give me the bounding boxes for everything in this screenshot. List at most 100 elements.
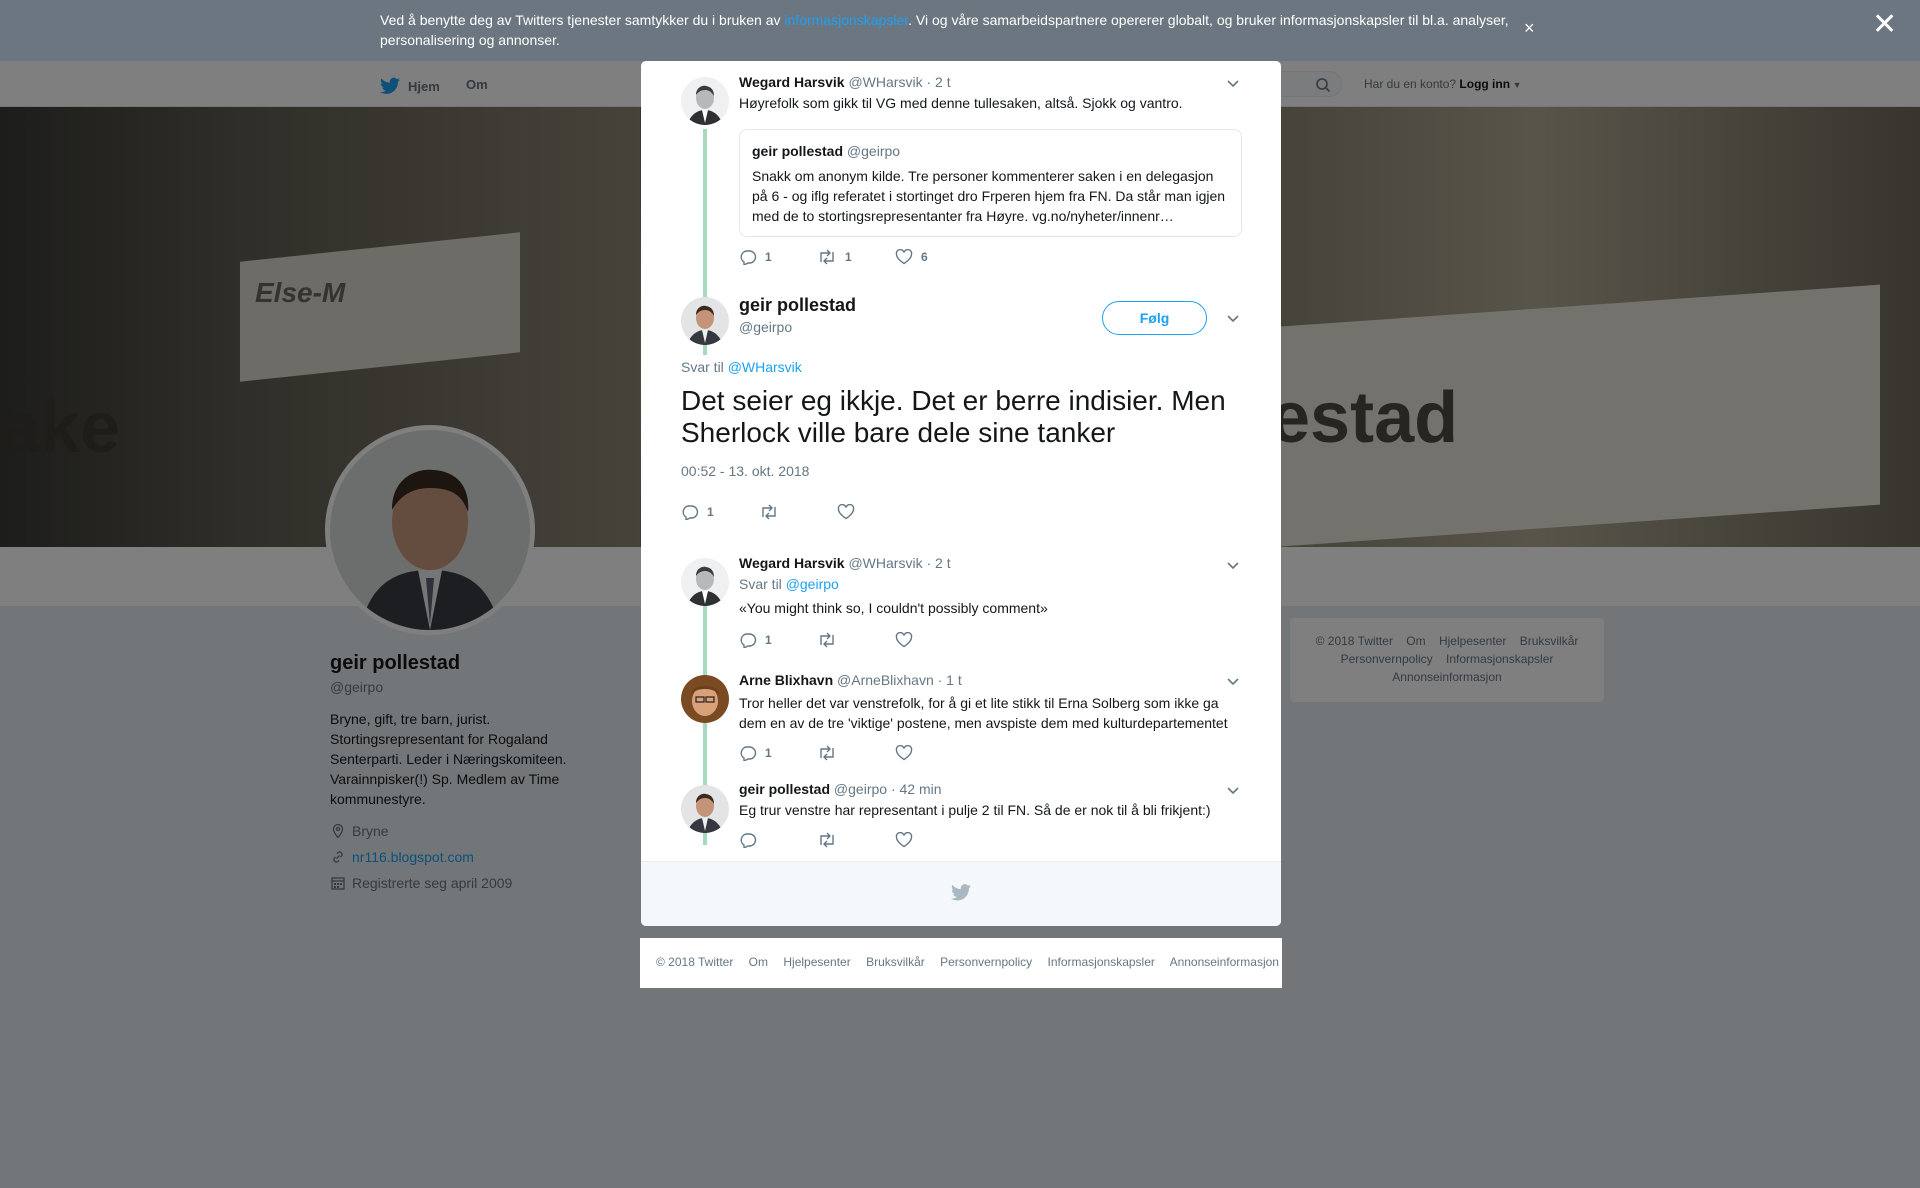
tweet-time[interactable]: · 2 t — [926, 74, 950, 90]
follow-button[interactable]: Følg — [1102, 301, 1207, 335]
retweet-button[interactable] — [817, 632, 895, 648]
tweet-author-name[interactable]: Arne Blixhavn — [739, 672, 833, 688]
reply-button[interactable] — [739, 832, 817, 848]
twitter-bird-icon — [951, 884, 971, 901]
tweet-author-handle[interactable]: @ArneBlixhavn — [837, 672, 934, 688]
reply-button[interactable]: 1 — [739, 249, 817, 265]
footer-link-about[interactable]: Om — [749, 955, 768, 969]
chevron-down-icon[interactable] — [1225, 75, 1241, 91]
avatar[interactable] — [681, 297, 729, 345]
like-count: 6 — [921, 250, 928, 264]
avatar[interactable] — [681, 785, 729, 833]
reply-icon — [740, 833, 757, 848]
tweet-time[interactable]: · 42 min — [891, 781, 942, 797]
avatar[interactable] — [681, 77, 729, 125]
modal-content: Wegard Harsvik @WHarsvik · 2 t Høyrefolk… — [641, 61, 1281, 861]
quoted-author-name: geir pollestad — [752, 143, 844, 159]
heart-icon — [895, 249, 913, 265]
cookie-text-before: Ved å benytte deg av Twitters tjenester … — [380, 12, 785, 28]
quoted-author-handle: @geirpo — [846, 143, 901, 159]
tweet-author-name[interactable]: Wegard Harsvik — [739, 555, 845, 571]
heart-icon — [837, 504, 855, 520]
tweet-actions: 1 1 6 — [739, 249, 1239, 265]
retweet-button[interactable] — [817, 832, 895, 848]
like-button[interactable] — [895, 632, 973, 648]
like-button[interactable] — [895, 832, 973, 848]
reply-prefix: Svar til — [739, 576, 786, 592]
tweet-author-handle[interactable]: @WHarsvik — [848, 555, 922, 571]
cookie-policy-link[interactable]: informasjonskapsler — [784, 12, 908, 28]
reply-tweet[interactable]: Arne Blixhavn @ArneBlixhavn · 1 t Tror h… — [739, 671, 1239, 761]
avatar-portrait-icon — [681, 675, 729, 723]
reply-count: 1 — [765, 746, 772, 760]
reply-to-link[interactable]: @geirpo — [786, 576, 839, 592]
like-button[interactable] — [895, 745, 973, 761]
reply-icon — [740, 633, 757, 648]
chevron-down-icon[interactable] — [1225, 557, 1241, 573]
avatar[interactable] — [681, 675, 729, 723]
tweet-header: Wegard Harsvik @WHarsvik · 2 t — [739, 73, 1239, 91]
heart-icon — [895, 745, 913, 761]
main-tweet-author-name[interactable]: geir pollestad — [739, 295, 856, 316]
reply-to-link[interactable]: @WHarsvik — [728, 359, 802, 375]
avatar[interactable] — [681, 558, 729, 606]
reply-context: Svar til @geirpo — [739, 576, 1239, 592]
retweet-button[interactable] — [817, 745, 895, 761]
footer-link-terms[interactable]: Bruksvilkår — [866, 955, 925, 969]
footer-link-cookies[interactable]: Informasjonskapsler — [1048, 955, 1155, 969]
reply-tweet[interactable]: geir pollestad @geirpo · 42 min Eg trur … — [739, 780, 1239, 848]
like-button[interactable] — [837, 504, 915, 520]
footer-copyright: © 2018 Twitter — [656, 955, 734, 969]
chevron-down-icon[interactable] — [1225, 673, 1241, 689]
retweet-button[interactable] — [759, 504, 837, 520]
footer-link-help[interactable]: Hjelpesenter — [783, 955, 850, 969]
modal-footer — [641, 861, 1281, 926]
chevron-down-icon[interactable] — [1225, 782, 1241, 798]
tweet-header: geir pollestad @geirpo · 42 min — [739, 780, 1239, 798]
tweet-author-name[interactable]: Wegard Harsvik — [739, 74, 845, 90]
retweet-icon — [820, 832, 834, 848]
tweet-header: Arne Blixhavn @ArneBlixhavn · 1 t — [739, 671, 1239, 689]
reply-icon — [740, 746, 757, 761]
main-tweet-timestamp[interactable]: 00:52 - 13. okt. 2018 — [681, 463, 809, 479]
reply-count: 1 — [765, 250, 772, 264]
quoted-tweet[interactable]: geir pollestad @geirpo Snakk om anonym k… — [739, 129, 1242, 237]
quoted-tweet-text: Snakk om anonym kilde. Tre personer komm… — [752, 168, 1226, 224]
tweet-author-handle[interactable]: @geirpo — [834, 781, 887, 797]
footer-link-ads[interactable]: Annonseinformasjon — [1170, 955, 1279, 969]
tweet-text: Tror heller det var venstrefolk, for å g… — [739, 695, 1228, 731]
heart-icon — [895, 632, 913, 648]
reply-button[interactable]: 1 — [681, 504, 759, 520]
tweet-time[interactable]: · 2 t — [926, 555, 950, 571]
avatar-portrait-icon — [681, 785, 729, 833]
tweet-header: Wegard Harsvik @WHarsvik · 2 t — [739, 554, 1239, 572]
reply-tweet[interactable]: Wegard Harsvik @WHarsvik · 2 t Svar til … — [739, 554, 1239, 648]
cookie-text: Ved å benytte deg av Twitters tjenester … — [380, 10, 1530, 50]
retweet-icon — [762, 504, 776, 520]
retweet-count: 1 — [845, 250, 852, 264]
reply-button[interactable]: 1 — [739, 745, 817, 761]
avatar-portrait-icon — [681, 297, 729, 345]
tweet-parent[interactable]: Wegard Harsvik @WHarsvik · 2 t Høyrefolk… — [739, 73, 1242, 265]
main-tweet-reply-context: Svar til @WHarsvik — [681, 359, 802, 375]
main-tweet-author-handle[interactable]: @geirpo — [739, 319, 792, 335]
reply-button[interactable]: 1 — [739, 632, 817, 648]
main-tweet-text: Det seier eg ikkje. Det er berre indisie… — [681, 385, 1226, 448]
heart-icon — [895, 832, 913, 848]
tweet-time[interactable]: · 1 t — [938, 672, 962, 688]
modal-bottom-footer: © 2018 Twitter Om Hjelpesenter Bruksvilk… — [640, 938, 1282, 988]
like-button[interactable]: 6 — [895, 249, 973, 265]
cookie-close-button[interactable]: × — [1524, 18, 1535, 39]
retweet-button[interactable]: 1 — [817, 249, 895, 265]
close-modal-button[interactable]: ✕ — [1872, 10, 1897, 40]
avatar-portrait-icon — [681, 77, 729, 125]
footer-link-privacy[interactable]: Personvernpolicy — [940, 955, 1032, 969]
tweet-author-handle[interactable]: @WHarsvik — [848, 74, 922, 90]
tweet-actions: 1 — [739, 745, 1239, 761]
cookie-banner: Ved å benytte deg av Twitters tjenester … — [0, 0, 1920, 61]
tweet-author-name[interactable]: geir pollestad — [739, 781, 830, 797]
chevron-down-icon[interactable] — [1225, 310, 1241, 326]
tweet-text: Høyrefolk som gikk til VG med denne tull… — [739, 95, 1183, 111]
tweet-actions — [739, 832, 1239, 848]
reply-prefix: Svar til — [681, 359, 728, 375]
